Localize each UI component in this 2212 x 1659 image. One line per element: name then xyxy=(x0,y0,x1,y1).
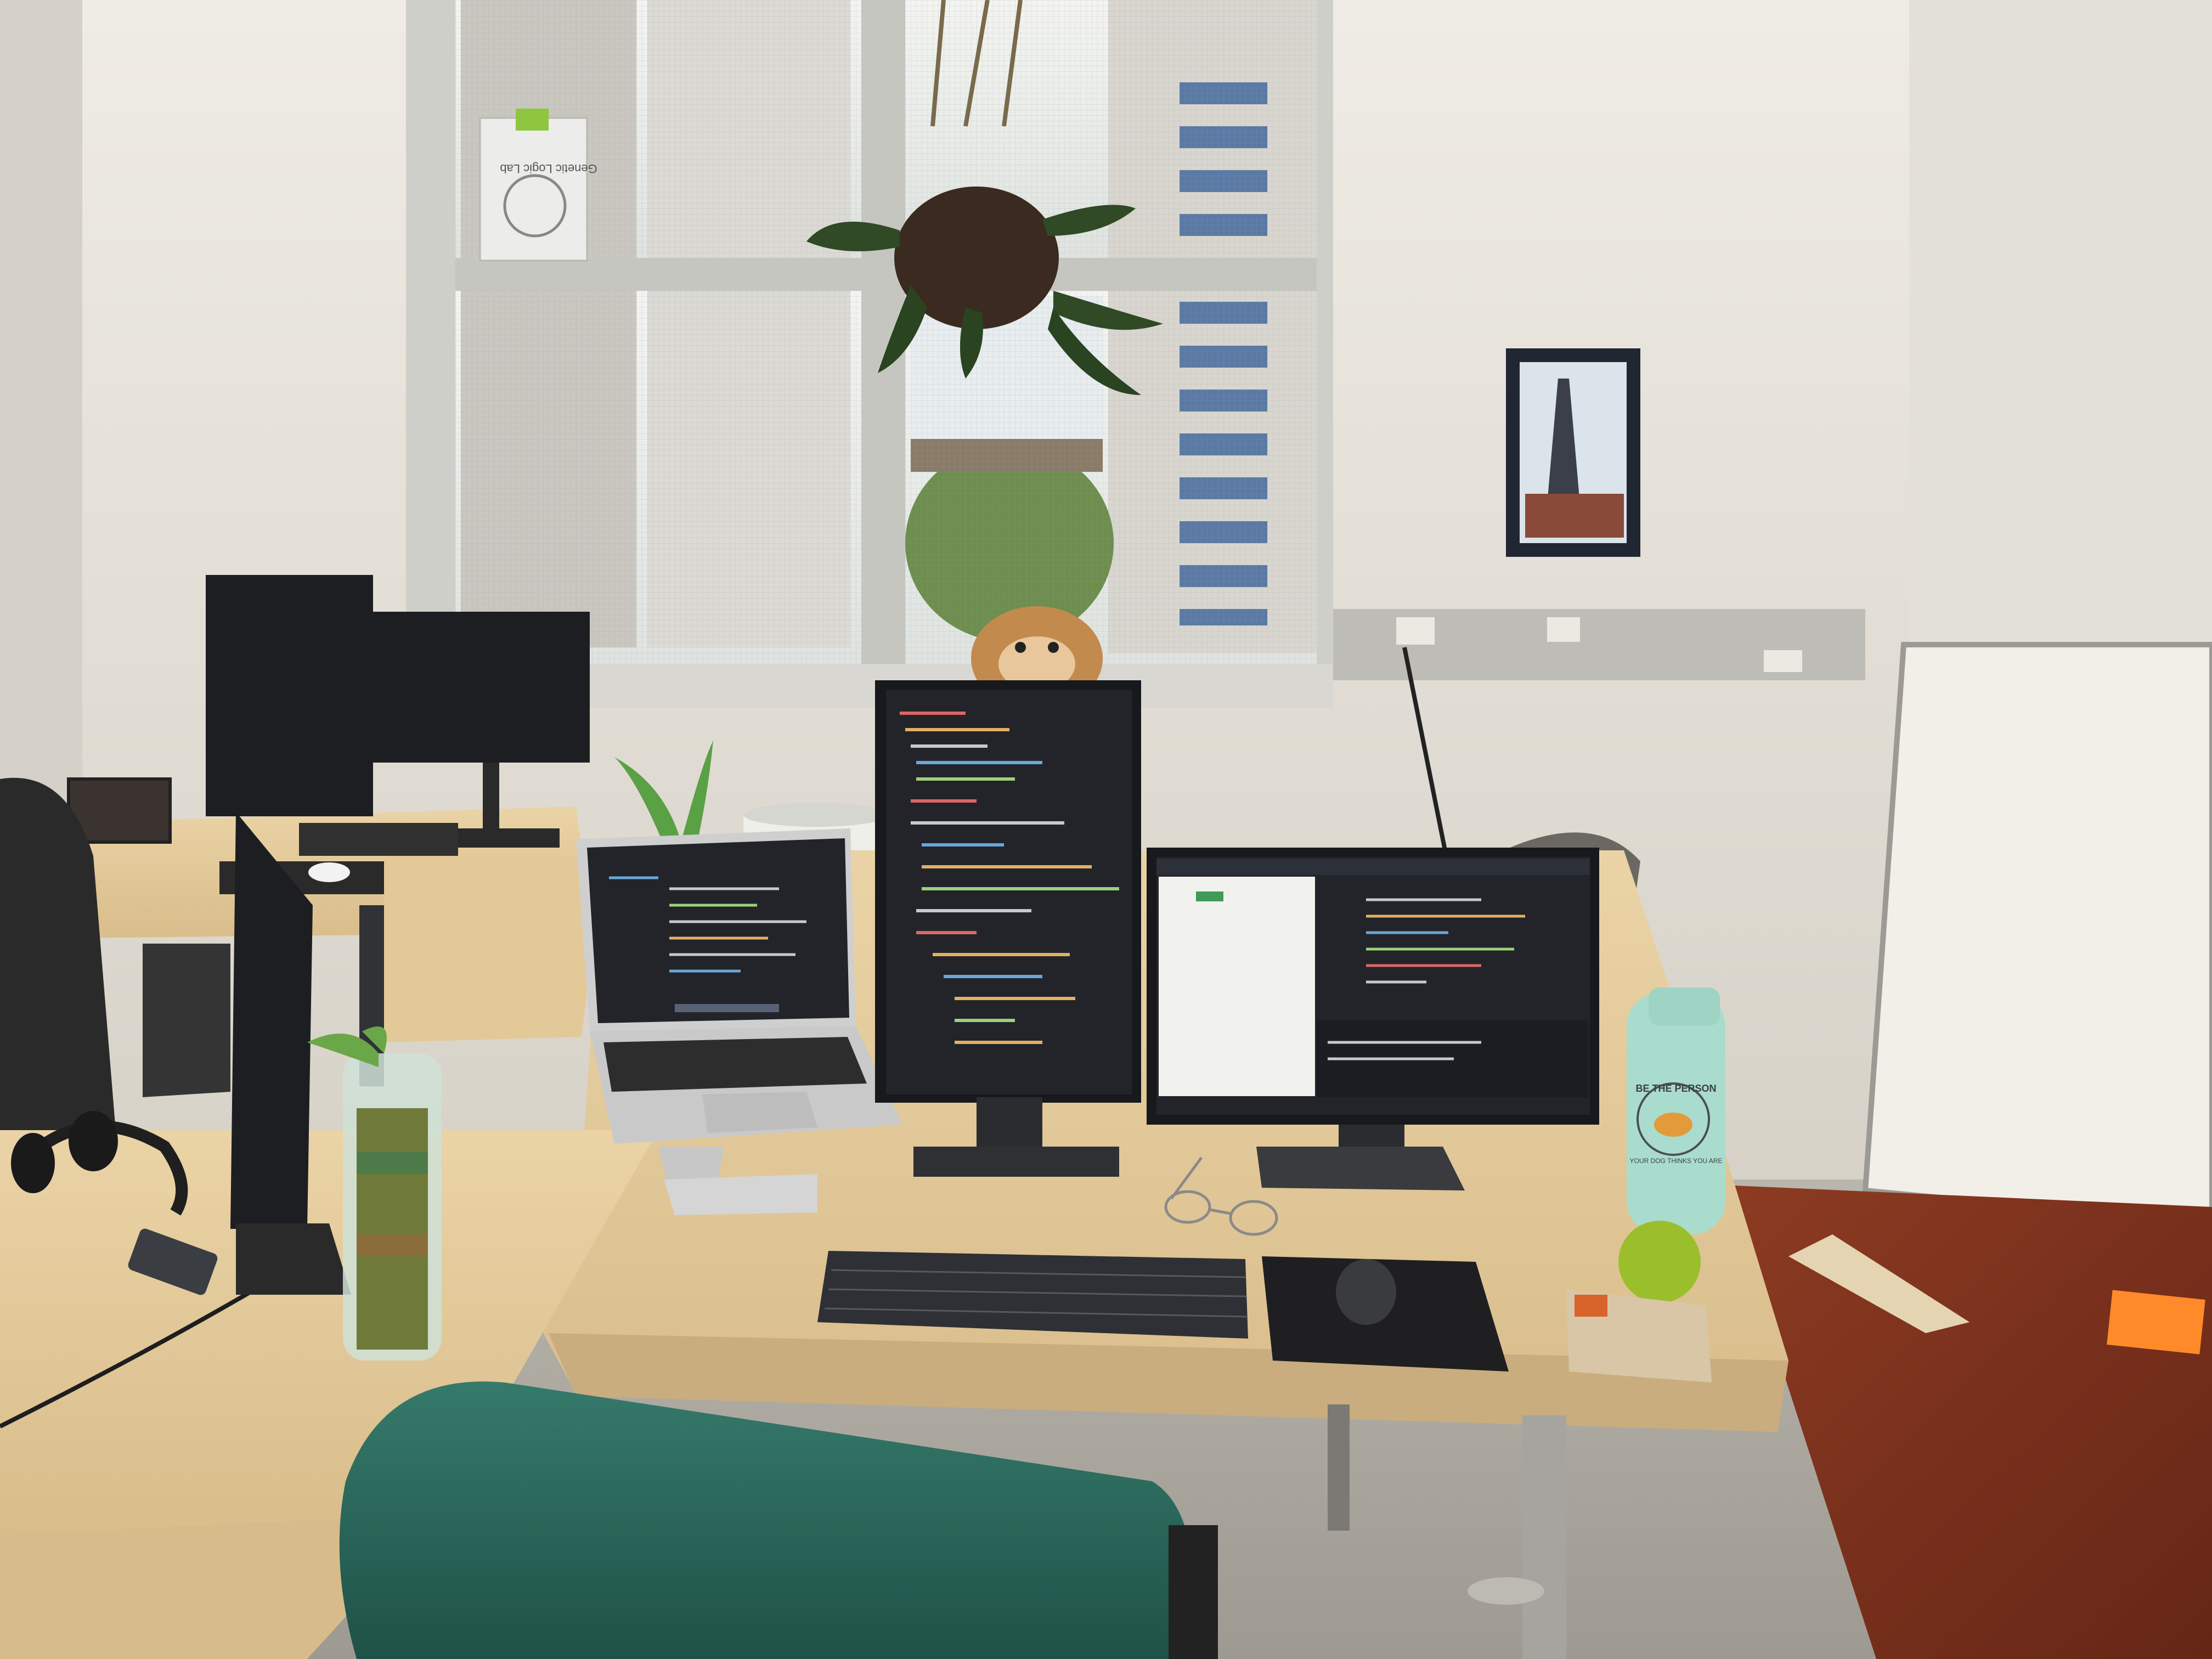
laptop-keyboard xyxy=(603,1037,867,1092)
portrait-monitor-base xyxy=(913,1147,1119,1177)
mouse xyxy=(1336,1259,1396,1325)
green-button xyxy=(1196,891,1223,901)
window: Genetic Logic Lab xyxy=(406,0,1333,708)
lime xyxy=(1618,1221,1701,1303)
desk-leg xyxy=(1522,1415,1566,1659)
framed-paris-picture xyxy=(1506,348,1640,557)
portrait-monitor xyxy=(875,680,1141,1177)
water-bottle: BE THE PERSON YOUR DOG THINKS YOU ARE xyxy=(1627,988,1725,1234)
desk-workspace-photo: Genetic Logic Lab BE THE PERSON YOUR DOG… xyxy=(0,0,2212,1659)
desk-foot xyxy=(1468,1577,1544,1605)
lab-sign: Genetic Logic Lab xyxy=(479,109,597,262)
back-keyboard xyxy=(299,823,458,856)
window-mullion-horizontal xyxy=(455,258,1317,291)
portrait-monitor-screen xyxy=(886,690,1132,1094)
back-monitor-portrait xyxy=(206,575,373,816)
snack-label xyxy=(1575,1295,1607,1317)
browser-pane xyxy=(1159,877,1315,1096)
browser-tab-bar xyxy=(1156,859,1590,875)
left-wall-shadow xyxy=(0,0,82,878)
laptop-dock-bar xyxy=(675,1004,779,1012)
whiteboard xyxy=(1862,642,2212,1227)
landscape-monitor-base xyxy=(1256,1147,1465,1190)
mouse-back xyxy=(308,862,350,882)
chair-handle xyxy=(1169,1525,1218,1659)
left-desk-back xyxy=(384,856,603,1042)
portrait-monitor-stand xyxy=(977,1097,1042,1147)
laptop-trackpad xyxy=(702,1092,817,1133)
bottle-text-top: BE THE PERSON xyxy=(1635,1083,1716,1094)
lab-sign-text: Genetic Logic Lab xyxy=(500,162,597,176)
laptop-screen xyxy=(587,838,849,1023)
sticky-note xyxy=(2107,1290,2205,1355)
wall-power-strip xyxy=(1333,609,1865,680)
bottle-text-bottom: YOUR DOG THINKS YOU ARE xyxy=(1630,1157,1723,1165)
desk-leg-2 xyxy=(1328,1404,1350,1531)
